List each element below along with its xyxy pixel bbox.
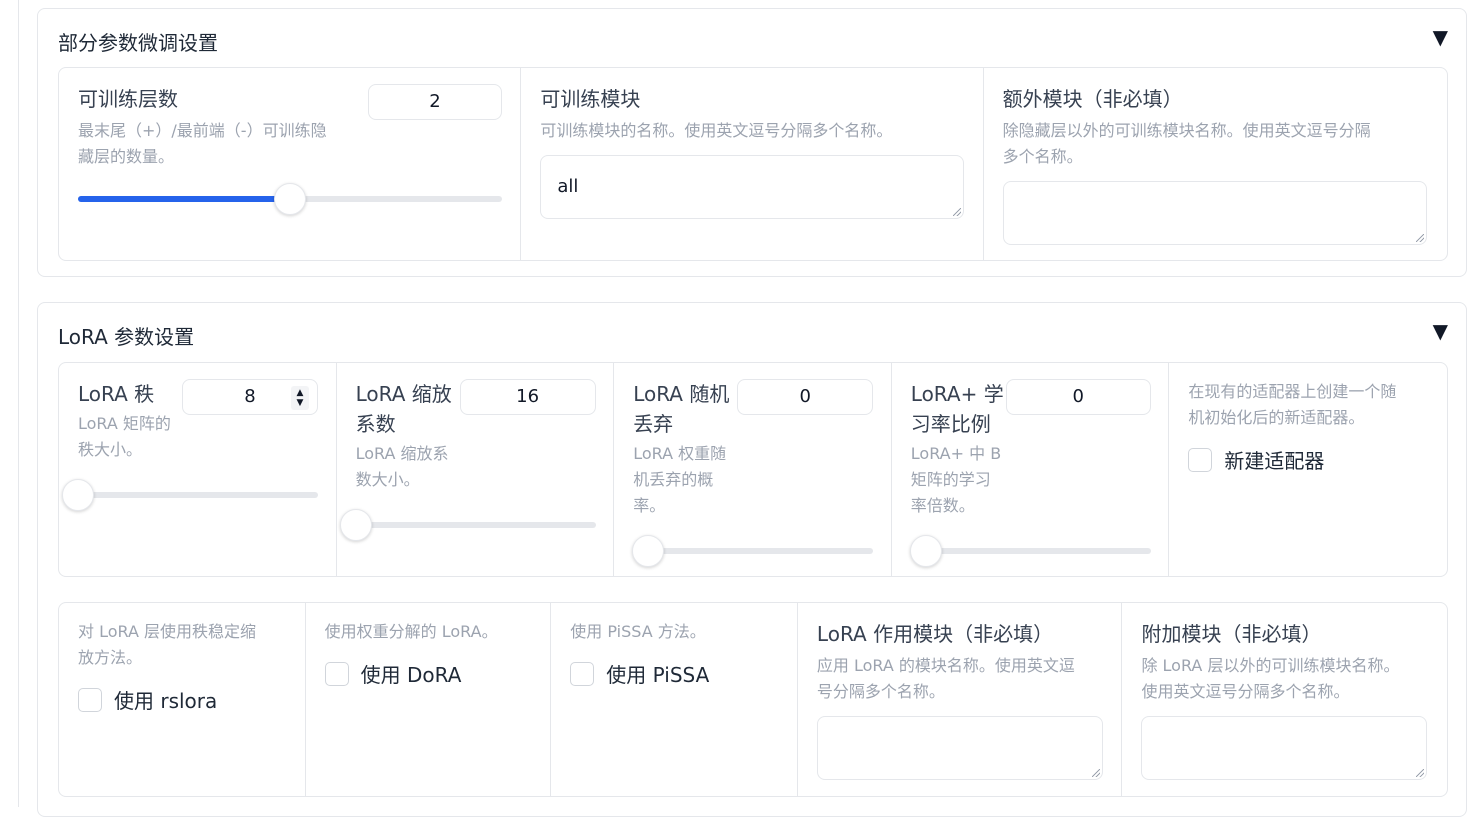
resize-grip-icon[interactable]	[1091, 769, 1100, 777]
num-layers-slider[interactable]	[78, 183, 502, 215]
loraplus-ratio-block: LoRA+ 学 习率比例 LoRA+ 中 B 矩阵的学习 率倍数。 0	[892, 363, 1170, 576]
use-rslora-block: 对 LoRA 层使用秩稳定缩 放方法。 使用 rslora	[59, 603, 306, 796]
trainable-modules-label: 可训练模块	[540, 87, 641, 111]
extra-modules-info: 除隐藏层以外的可训练模块名称。使用英文逗号分隔 多个名称。	[1002, 121, 1371, 166]
left-divider	[18, 0, 19, 807]
additional-target-block: 附加模块（非必填） 除 LoRA 层以外的可训练模块名称。 使用英文逗号分隔多个…	[1122, 603, 1447, 796]
lora-dropout-input[interactable]: 0	[737, 379, 874, 415]
loraplus-ratio-label: LoRA+ 学 习率比例	[910, 382, 1004, 436]
partial-params-accordion: 部分参数微调设置 ▼ 可训练层数 最末尾（+）/最前端（-）可训练隐 藏层的数量…	[37, 8, 1467, 277]
collapse-toggle-icon[interactable]: ▼	[1433, 25, 1448, 49]
lora-target-info: 应用 LoRA 的模块名称。使用英文逗 号分隔多个名称。	[816, 656, 1075, 701]
lora-alpha-input[interactable]: 16	[459, 379, 596, 415]
use-pissa-info: 使用 PiSSA 方法。	[570, 622, 706, 641]
create-new-adapter-info: 在现有的适配器上创建一个随 机初始化后的新适配器。	[1188, 382, 1397, 427]
num-layers-info: 最末尾（+）/最前端（-）可训练隐 藏层的数量。	[78, 121, 327, 166]
additional-target-textarea[interactable]	[1141, 716, 1428, 780]
use-rslora-checkbox[interactable]: 使用 rslora	[78, 685, 217, 714]
extra-modules-textarea[interactable]	[1002, 181, 1427, 245]
num-layers-slider-fill	[78, 196, 290, 202]
lora-dropout-slider[interactable]	[632, 535, 874, 567]
num-layers-label: 可训练层数	[78, 87, 178, 111]
use-dora-block: 使用权重分解的 LoRA。 使用 DoRA	[306, 603, 552, 796]
lora-dropout-label: LoRA 随机 丢弃	[633, 382, 730, 436]
lora-alpha-label: LoRA 缩放 系数	[355, 382, 452, 436]
lora-params-accordion: LoRA 参数设置 ▼ LoRA 秩 LoRA 矩阵的 秩大小。 8 ▲ ▼ L…	[37, 302, 1467, 817]
additional-target-label: 附加模块（非必填）	[1141, 622, 1322, 646]
lora-rank-label: LoRA 秩	[78, 382, 155, 406]
trainable-modules-textarea[interactable]: all	[540, 155, 965, 219]
use-rslora-label: 使用 rslora	[114, 689, 218, 713]
lora-dropout-slider-thumb[interactable]	[632, 535, 665, 567]
use-pissa-label: 使用 PiSSA	[606, 663, 710, 687]
num-layers-block: 可训练层数 最末尾（+）/最前端（-）可训练隐 藏层的数量。 2	[59, 68, 522, 260]
create-new-adapter-block: 在现有的适配器上创建一个随 机初始化后的新适配器。 新建适配器	[1169, 363, 1447, 576]
use-pissa-block: 使用 PiSSA 方法。 使用 PiSSA	[551, 603, 798, 796]
lora-row-2: 对 LoRA 层使用秩稳定缩 放方法。 使用 rslora 使用权重分解的 Lo…	[58, 602, 1448, 797]
partial-params-title: 部分参数微调设置	[58, 31, 218, 55]
lora-rank-block: LoRA 秩 LoRA 矩阵的 秩大小。 8 ▲ ▼	[59, 363, 337, 576]
lora-alpha-slider[interactable]	[339, 509, 596, 541]
lora-rank-info: LoRA 矩阵的 秩大小。	[78, 414, 171, 459]
resize-grip-icon[interactable]	[953, 208, 962, 216]
lora-alpha-info: LoRA 缩放系 数大小。	[355, 444, 449, 489]
trainable-modules-value: all	[557, 176, 579, 197]
lora-target-block: LoRA 作用模块（非必填） 应用 LoRA 的模块名称。使用英文逗 号分隔多个…	[798, 603, 1123, 796]
checkbox-box[interactable]	[78, 687, 102, 712]
num-layers-input[interactable]: 2	[368, 84, 502, 120]
trainable-modules-info: 可训练模块的名称。使用英文逗号分隔多个名称。	[540, 121, 893, 140]
collapse-toggle-icon[interactable]: ▼	[1433, 319, 1448, 343]
num-layers-slider-thumb[interactable]	[274, 183, 306, 215]
lora-row-1: LoRA 秩 LoRA 矩阵的 秩大小。 8 ▲ ▼ LoRA 缩放 系数 Lo…	[58, 362, 1448, 577]
create-new-adapter-checkbox[interactable]: 新建适配器	[1188, 445, 1324, 474]
loraplus-ratio-input[interactable]: 0	[1005, 379, 1151, 415]
resize-grip-icon[interactable]	[1415, 234, 1424, 242]
spin-down-icon[interactable]: ▼	[297, 398, 304, 408]
lora-alpha-slider-thumb[interactable]	[339, 509, 372, 541]
use-rslora-info: 对 LoRA 层使用秩稳定缩 放方法。	[78, 622, 257, 667]
lora-dropout-info: LoRA 权重随 机丢弃的概 率。	[633, 444, 727, 515]
checkbox-box[interactable]	[1188, 447, 1213, 472]
additional-target-info: 除 LoRA 层以外的可训练模块名称。 使用英文逗号分隔多个名称。	[1141, 656, 1400, 701]
use-pissa-checkbox[interactable]: 使用 PiSSA	[570, 659, 709, 688]
checkbox-box[interactable]	[324, 661, 349, 686]
lora-rank-slider-thumb[interactable]	[62, 479, 94, 511]
lora-dropout-block: LoRA 随机 丢弃 LoRA 权重随 机丢弃的概 率。 0	[614, 363, 892, 576]
resize-grip-icon[interactable]	[1416, 769, 1425, 777]
loraplus-ratio-slider[interactable]	[909, 535, 1151, 567]
trainable-modules-block: 可训练模块 可训练模块的名称。使用英文逗号分隔多个名称。 all	[521, 68, 984, 260]
extra-modules-label: 额外模块（非必填）	[1002, 87, 1183, 111]
lora-params-title: LoRA 参数设置	[58, 325, 195, 349]
number-spinner[interactable]: ▲ ▼	[291, 386, 309, 410]
partial-params-grid: 可训练层数 最末尾（+）/最前端（-）可训练隐 藏层的数量。 2 可训练模块 可…	[58, 67, 1448, 261]
lora-rank-value: 8	[244, 386, 256, 407]
checkbox-box[interactable]	[570, 661, 595, 686]
lora-target-textarea[interactable]	[816, 716, 1103, 780]
extra-modules-block: 额外模块（非必填） 除隐藏层以外的可训练模块名称。使用英文逗号分隔 多个名称。	[984, 68, 1447, 260]
lora-target-label: LoRA 作用模块（非必填）	[816, 622, 1054, 646]
lora-rank-input[interactable]: 8 ▲ ▼	[182, 379, 318, 415]
lora-rank-slider[interactable]	[62, 479, 318, 511]
use-dora-checkbox[interactable]: 使用 DoRA	[324, 659, 462, 688]
lora-alpha-block: LoRA 缩放 系数 LoRA 缩放系 数大小。 16	[337, 363, 615, 576]
spin-up-icon[interactable]: ▲	[297, 388, 304, 398]
use-dora-label: 使用 DoRA	[360, 663, 462, 687]
loraplus-ratio-info: LoRA+ 中 B 矩阵的学习 率倍数。	[910, 444, 1002, 515]
create-new-adapter-label: 新建适配器	[1224, 449, 1325, 473]
loraplus-ratio-slider-thumb[interactable]	[909, 535, 942, 567]
use-dora-info: 使用权重分解的 LoRA。	[324, 622, 498, 641]
